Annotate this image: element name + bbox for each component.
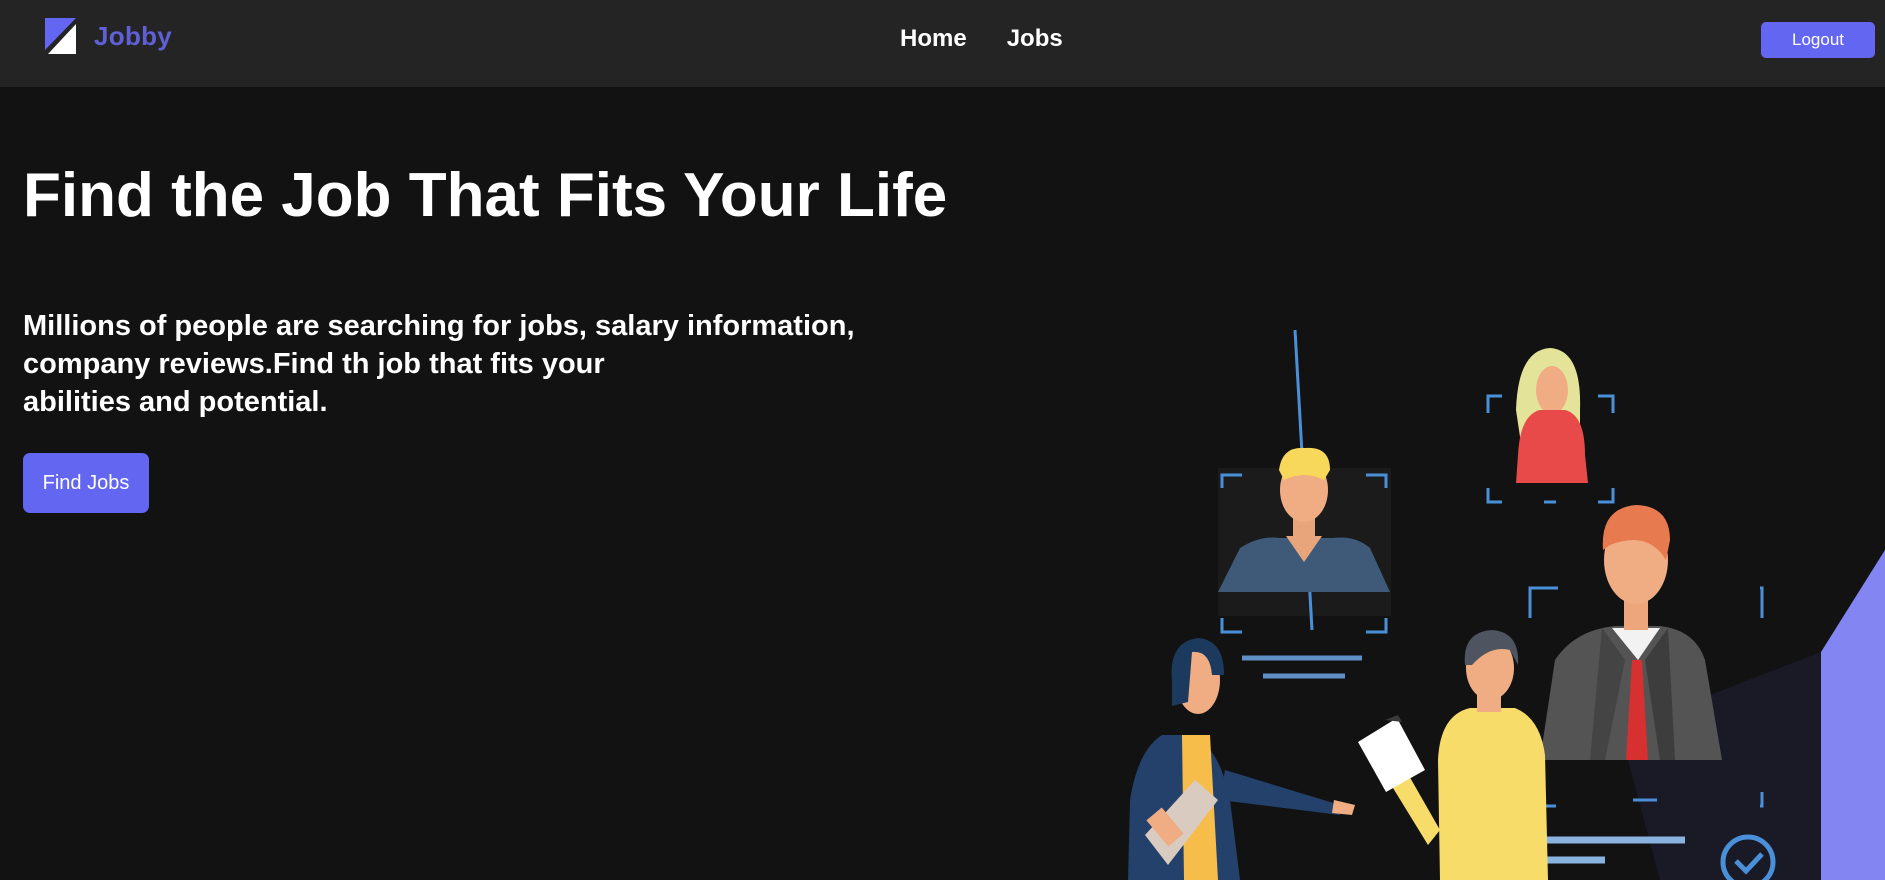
jobby-logo-icon [45, 18, 76, 54]
nav-link-jobs[interactable]: Jobs [1007, 25, 1063, 53]
nav-links: Home Jobs [900, 25, 1063, 53]
hiring-illustration [1128, 330, 1885, 880]
hero-description-line: Millions of people are searching for job… [23, 310, 855, 342]
find-jobs-button[interactable]: Find Jobs [23, 453, 149, 513]
hero-description: Millions of people are searching for job… [23, 307, 855, 421]
navbar: Jobby Home Jobs Logout [0, 0, 1885, 87]
hero-description-line: abilities and potential. [23, 386, 328, 418]
hero-description-line: company reviews.Find th job that fits yo… [23, 348, 605, 380]
logo[interactable]: Jobby [45, 18, 172, 54]
hero-title: Find the Job That Fits Your Life [23, 161, 948, 230]
nav-link-home[interactable]: Home [900, 25, 967, 53]
logout-button[interactable]: Logout [1761, 22, 1875, 58]
logo-text: Jobby [94, 20, 173, 51]
